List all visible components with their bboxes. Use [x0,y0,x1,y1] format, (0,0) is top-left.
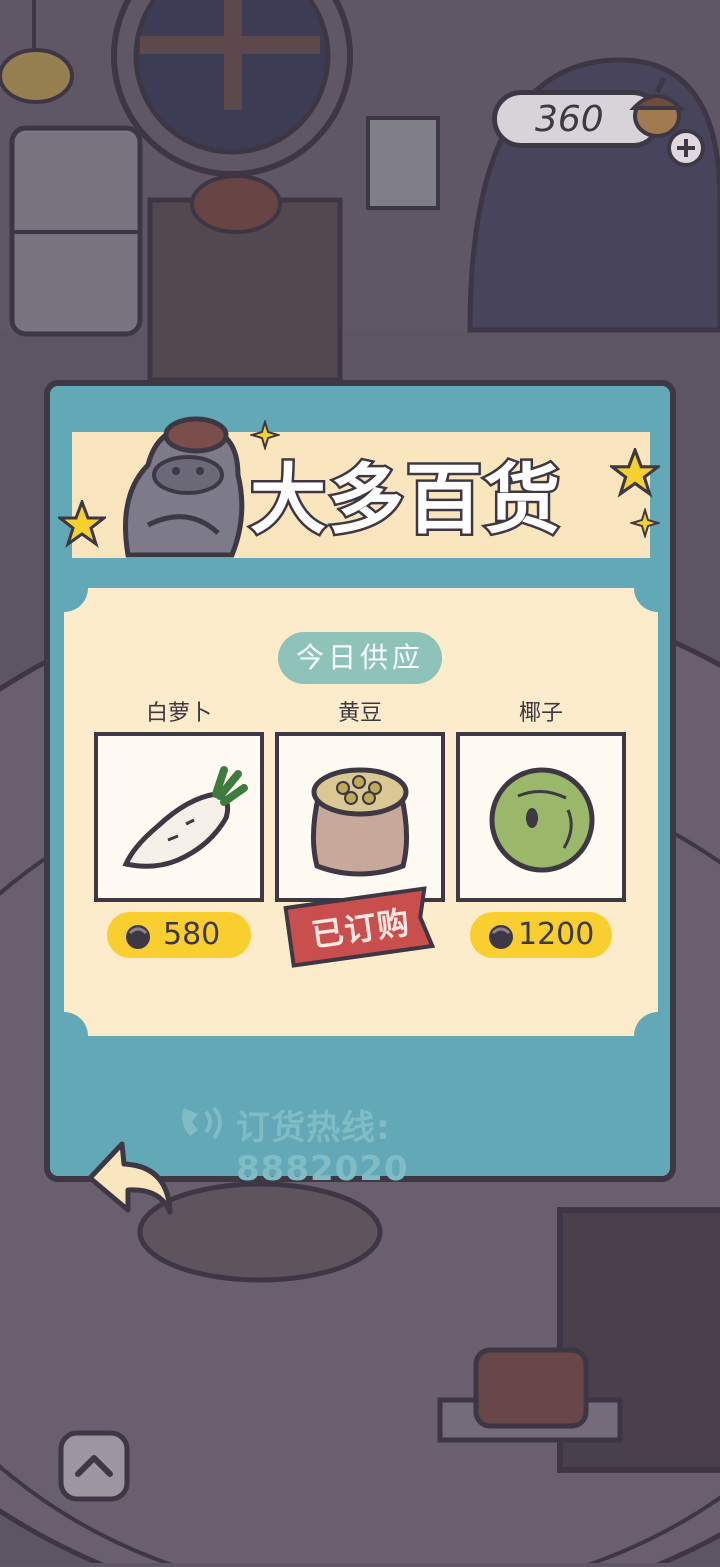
item-slot-soybean[interactable] [275,732,445,902]
chevron-up-icon [58,1430,130,1502]
item-slot-radish[interactable] [94,732,264,902]
price-coconut: 1200 [518,917,595,952]
today-supply-label: 今日供应 [278,632,442,684]
expand-button[interactable] [58,1430,130,1506]
star-icon [58,500,106,548]
item-slot-coconut[interactable] [456,732,626,902]
price-radish: 580 [163,917,221,952]
item-name-soybean: 黄豆 [337,701,382,726]
shop-title: 大多百货 [248,453,563,547]
acorn-coin-icon [126,925,150,949]
back-arrow-icon [87,1141,173,1215]
order-hotline: 订货热线: 8882020 [176,1098,576,1189]
phone-icon [182,1106,222,1140]
plus-icon [667,129,705,167]
add-currency-button[interactable] [666,128,706,168]
acorn-coin-icon [489,925,513,949]
coconut-icon [489,767,595,873]
item-name-coconut: 椰子 [518,701,563,726]
acorn-count: 360 [535,99,604,140]
hotline-text: 订货热线: 8882020 [236,1108,409,1189]
price-button-coconut[interactable]: 1200 [470,912,612,958]
hippo-mascot-icon [108,405,258,569]
radish-icon [122,766,248,869]
item-name-radish: 白萝卜 [145,701,212,726]
back-button[interactable] [82,1138,178,1232]
price-button-radish[interactable]: 580 [107,912,251,958]
soybean-sack-icon [310,767,410,877]
